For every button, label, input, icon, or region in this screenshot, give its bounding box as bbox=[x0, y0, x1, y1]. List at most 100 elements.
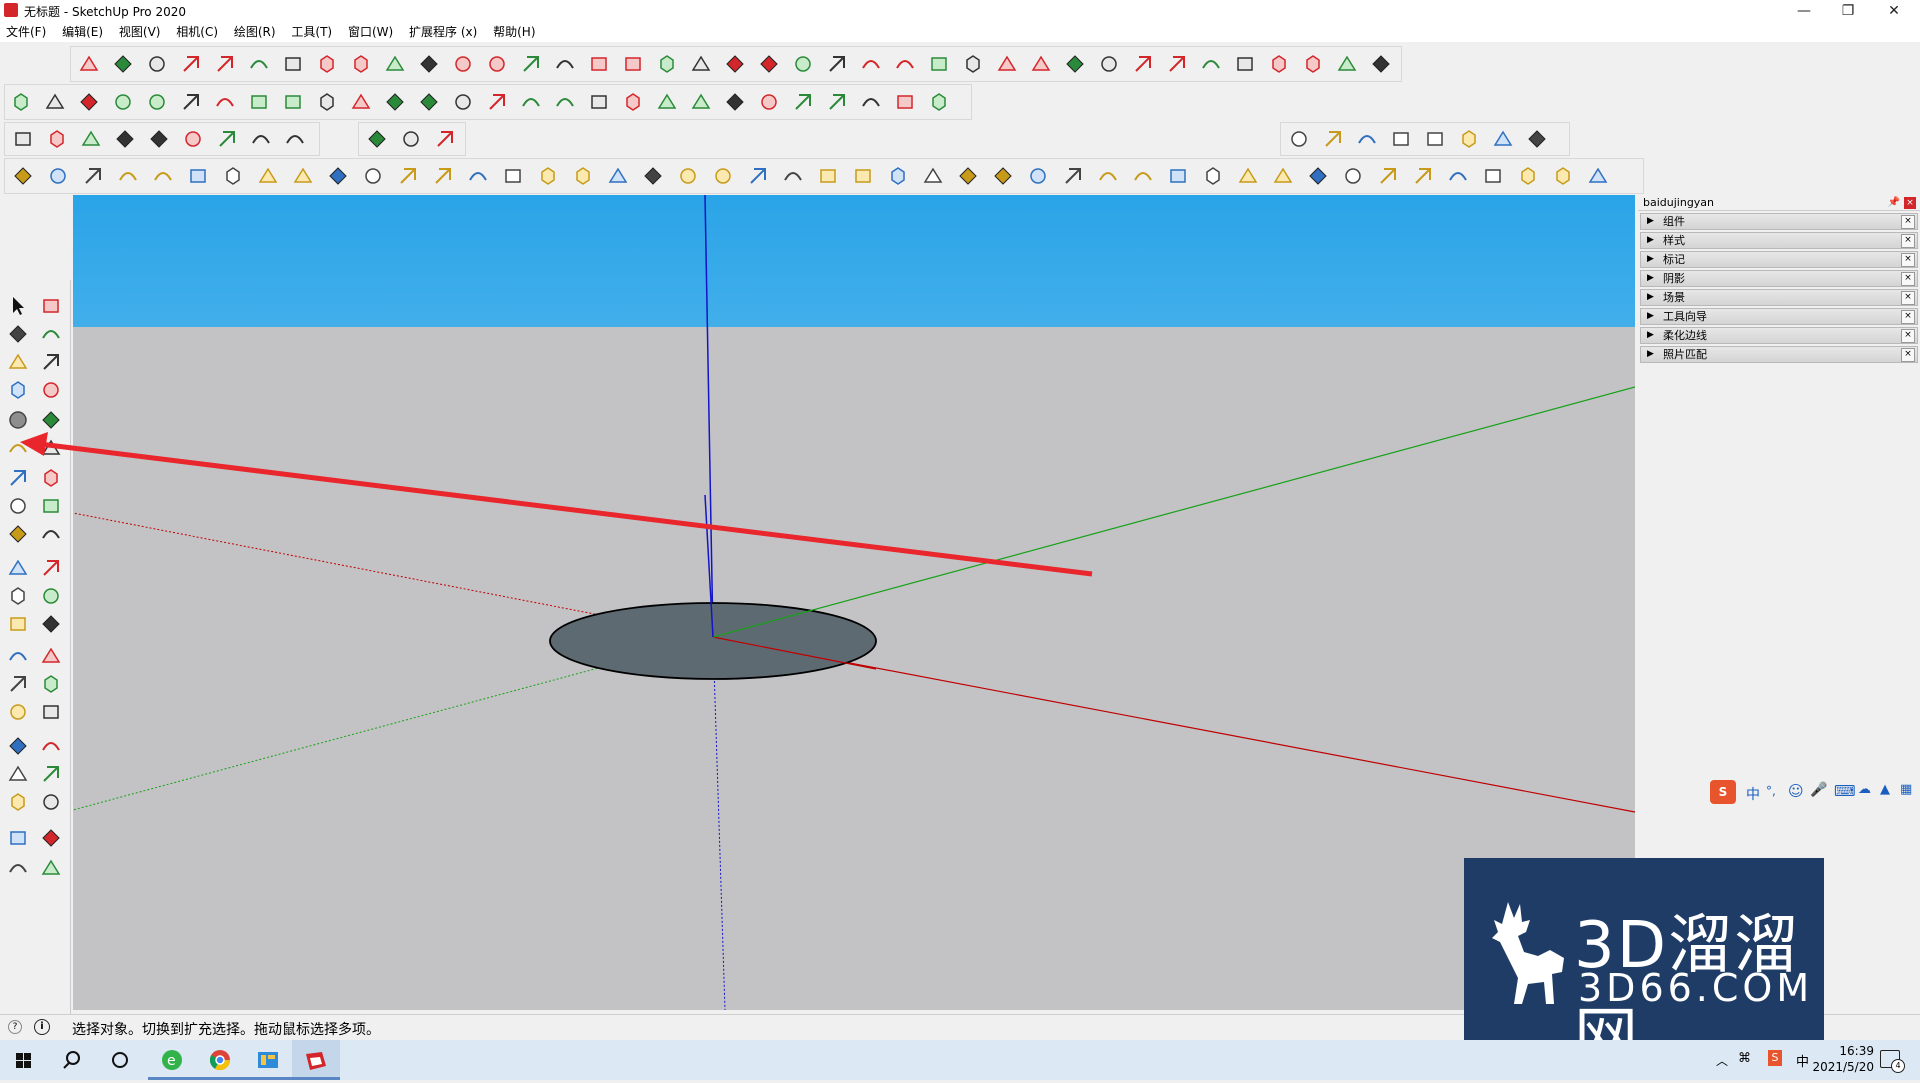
taskbar-app-chrome[interactable] bbox=[196, 1040, 244, 1080]
toolbar-tool-icon[interactable] bbox=[145, 52, 169, 76]
toolbar-tool-icon[interactable] bbox=[417, 90, 441, 114]
walk-icon[interactable] bbox=[6, 790, 30, 814]
show-hidden-icons[interactable]: ︿ bbox=[1716, 1052, 1728, 1069]
toolbar-tool-icon[interactable] bbox=[1267, 52, 1291, 76]
component-icon[interactable] bbox=[39, 294, 63, 318]
toolbar-tool-icon[interactable] bbox=[641, 164, 665, 188]
toolbar-tool-icon[interactable] bbox=[451, 90, 475, 114]
polygon-icon[interactable] bbox=[39, 408, 63, 432]
toolbar-tool-icon[interactable] bbox=[927, 52, 951, 76]
sogou-tray-icon[interactable]: S bbox=[1768, 1050, 1782, 1066]
toolbar-tool-icon[interactable] bbox=[1423, 127, 1447, 151]
panel-close-icon[interactable]: × bbox=[1901, 272, 1915, 286]
toolbar-tool-icon[interactable] bbox=[1457, 127, 1481, 151]
toolbar-tool-icon[interactable] bbox=[1201, 164, 1225, 188]
toolbar-tool-icon[interactable] bbox=[791, 52, 815, 76]
ime-menu-icon[interactable]: ▦ bbox=[1900, 782, 1912, 797]
pin-icon[interactable]: 📌 bbox=[1888, 197, 1900, 208]
rectangle-icon[interactable] bbox=[6, 378, 30, 402]
axes-icon[interactable] bbox=[6, 644, 30, 668]
circle-dropdown-icon[interactable] bbox=[256, 164, 280, 188]
panel-close-icon[interactable]: × bbox=[1901, 348, 1915, 362]
toolbar-tool-icon[interactable] bbox=[1551, 164, 1575, 188]
rotate-icon[interactable] bbox=[6, 522, 30, 546]
toolbar-tool-icon[interactable] bbox=[746, 164, 770, 188]
ime-emoji-icon[interactable]: ☺ bbox=[1788, 782, 1804, 800]
scale-icon[interactable] bbox=[431, 164, 455, 188]
info-icon[interactable]: i bbox=[34, 1019, 50, 1035]
toolbar-tool-icon[interactable] bbox=[851, 164, 875, 188]
tape-measure-icon[interactable] bbox=[6, 584, 30, 608]
orbit-icon[interactable] bbox=[6, 672, 30, 696]
toolbar-tool-icon[interactable] bbox=[519, 52, 543, 76]
toolbar-tool-icon[interactable] bbox=[213, 52, 237, 76]
paint-bucket-icon[interactable] bbox=[6, 322, 30, 346]
tray-panel[interactable]: ▶ 标记 × bbox=[1640, 251, 1918, 268]
toolbar-tool-icon[interactable] bbox=[111, 90, 135, 114]
look-around-icon[interactable] bbox=[249, 127, 273, 151]
menu-edit[interactable]: 编辑(E) bbox=[56, 22, 109, 42]
move-icon[interactable] bbox=[6, 494, 30, 518]
zoom-previous-icon[interactable] bbox=[39, 734, 63, 758]
panel-close-icon[interactable]: × bbox=[1901, 329, 1915, 343]
toolbar-tool-icon[interactable] bbox=[927, 90, 951, 114]
offset-icon[interactable] bbox=[326, 164, 350, 188]
start-button[interactable] bbox=[0, 1040, 48, 1080]
zoom-extents-icon[interactable] bbox=[6, 734, 30, 758]
extension-warehouse-icon[interactable] bbox=[39, 826, 63, 850]
tray-close-icon[interactable]: × bbox=[1904, 197, 1916, 209]
toolbar-tool-icon[interactable] bbox=[1131, 52, 1155, 76]
follow-me-icon[interactable] bbox=[39, 522, 63, 546]
tray-panel[interactable]: ▶ 柔化边线 × bbox=[1640, 327, 1918, 344]
orbit-icon[interactable] bbox=[11, 127, 35, 151]
restore-button[interactable]: ❐ bbox=[1826, 0, 1870, 22]
toolbar-tool-icon[interactable] bbox=[757, 90, 781, 114]
toolbar-tool-icon[interactable] bbox=[247, 52, 271, 76]
panel-close-icon[interactable]: × bbox=[1901, 291, 1915, 305]
panel-close-icon[interactable]: × bbox=[1901, 234, 1915, 248]
toolbar-tool-icon[interactable] bbox=[1301, 52, 1325, 76]
circle-icon[interactable] bbox=[6, 408, 30, 432]
toolbar-tool-icon[interactable] bbox=[9, 90, 33, 114]
toolbar-tool-icon[interactable] bbox=[179, 52, 203, 76]
toolbar-tool-icon[interactable] bbox=[43, 90, 67, 114]
expand-arrow-icon[interactable]: ▶ bbox=[1647, 290, 1654, 305]
toolbar-tool-icon[interactable] bbox=[1233, 52, 1257, 76]
taskbar-app-sketchup[interactable] bbox=[292, 1040, 340, 1080]
two-point-arc-icon[interactable] bbox=[39, 436, 63, 460]
toolbar-tool-icon[interactable] bbox=[281, 52, 305, 76]
tray-panel[interactable]: ▶ 工具向导 × bbox=[1640, 308, 1918, 325]
scale-icon[interactable] bbox=[6, 556, 30, 580]
toolbar-tool-icon[interactable] bbox=[991, 164, 1015, 188]
tray-panel[interactable]: ▶ 场景 × bbox=[1640, 289, 1918, 306]
toolbar-tool-icon[interactable] bbox=[1389, 127, 1413, 151]
toolbar-tool-icon[interactable] bbox=[1061, 164, 1085, 188]
line-dropdown-icon[interactable] bbox=[116, 164, 140, 188]
toolbar-tool-icon[interactable] bbox=[723, 90, 747, 114]
toolbar-tool-icon[interactable] bbox=[1335, 52, 1359, 76]
toolbar-tool-icon[interactable] bbox=[315, 90, 339, 114]
ruby-icon[interactable] bbox=[39, 856, 63, 880]
toolbar-tool-icon[interactable] bbox=[1525, 127, 1549, 151]
tray-panel[interactable]: ▶ 阴影 × bbox=[1640, 270, 1918, 287]
toolbar-tool-icon[interactable] bbox=[655, 52, 679, 76]
walk-icon[interactable] bbox=[283, 127, 307, 151]
line-icon[interactable] bbox=[6, 350, 30, 374]
minimize-button[interactable]: — bbox=[1782, 0, 1826, 22]
offset-icon[interactable] bbox=[39, 556, 63, 580]
expand-arrow-icon[interactable]: ▶ bbox=[1647, 328, 1654, 343]
panel-close-icon[interactable]: × bbox=[1901, 310, 1915, 324]
system-clock[interactable]: 16:39 2021/5/20 bbox=[1812, 1043, 1874, 1075]
menu-file[interactable]: 文件(F) bbox=[0, 22, 52, 42]
toolbar-tool-icon[interactable] bbox=[1236, 164, 1260, 188]
toolbar-tool-icon[interactable] bbox=[621, 90, 645, 114]
tray-panel[interactable]: ▶ 样式 × bbox=[1640, 232, 1918, 249]
eraser-icon[interactable] bbox=[46, 164, 70, 188]
toolbar-tool-icon[interactable] bbox=[1376, 164, 1400, 188]
toolbar-tool-icon[interactable] bbox=[1586, 164, 1610, 188]
toolbar-tool-icon[interactable] bbox=[1516, 164, 1540, 188]
select-icon[interactable] bbox=[6, 294, 30, 318]
taskbar-app-explorer[interactable] bbox=[244, 1040, 292, 1080]
close-button[interactable]: ✕ bbox=[1872, 0, 1916, 22]
task-view-button[interactable] bbox=[96, 1040, 144, 1080]
